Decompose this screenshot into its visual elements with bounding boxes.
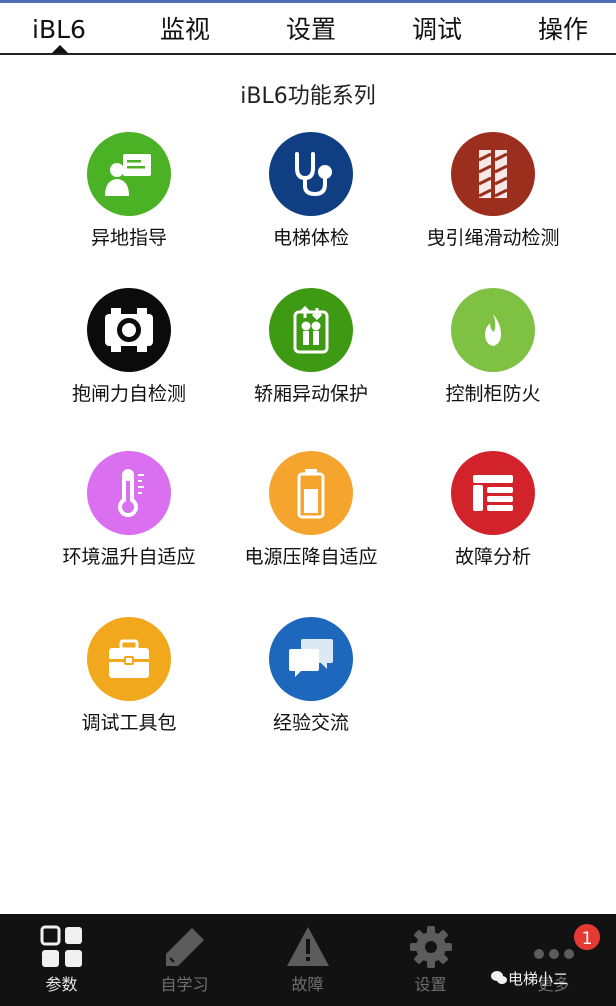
app-label: 抱闸力自检测: [71, 383, 186, 405]
wechat-icon: [491, 971, 507, 984]
thermometer-icon: [87, 451, 171, 535]
fire-icon: [451, 288, 535, 372]
tab-debug[interactable]: 调试: [382, 13, 492, 47]
app-label: 调试工具包: [81, 712, 177, 734]
tab-ibl6[interactable]: iBL6: [4, 13, 114, 47]
watermark-text: 电梯小二: [508, 970, 569, 988]
elevator-car-icon: [269, 288, 353, 372]
nav-settings[interactable]: 设置: [369, 914, 492, 1006]
traction-rope-icon: [451, 132, 535, 216]
chat-icon: [269, 617, 353, 701]
active-tab-indicator: [52, 45, 68, 53]
brake-icon: [87, 288, 171, 372]
app-label: 曳引绳滑动检测: [426, 227, 560, 249]
nav-label: 参数: [45, 975, 78, 994]
nav-label: 故障: [291, 975, 324, 994]
nav-label: 设置: [414, 975, 447, 994]
app-label: 控制柜防火: [445, 383, 541, 405]
app-cabinet-fire-protection[interactable]: 控制柜防火: [398, 288, 588, 428]
nav-label: 自学习: [160, 975, 209, 994]
grid-icon: [40, 925, 82, 967]
app-debug-toolkit[interactable]: 调试工具包: [34, 617, 224, 757]
app-label: 电源压降自适应: [244, 546, 378, 568]
nav-more[interactable]: 更多 1: [492, 914, 615, 1006]
tab-operation[interactable]: 操作: [508, 13, 616, 47]
app-car-movement-protection[interactable]: 轿厢异动保护: [216, 288, 406, 428]
app-remote-guidance[interactable]: 异地指导: [34, 132, 224, 272]
nav-self-learning[interactable]: 自学习: [123, 914, 246, 1006]
notification-badge: 1: [572, 922, 602, 952]
app-label: 异地指导: [90, 227, 167, 249]
tab-monitor[interactable]: 监视: [130, 13, 240, 47]
app-label: 经验交流: [272, 712, 349, 734]
pencil-icon: [166, 928, 204, 966]
toolbox-icon: [87, 617, 171, 701]
nav-fault[interactable]: 故障: [246, 914, 369, 1006]
stethoscope-icon: [269, 132, 353, 216]
bottom-nav-bar: 参数 自学习 故障 设置 更多 1: [0, 914, 616, 1006]
app-temperature-adaptive[interactable]: 环境温升自适应: [34, 451, 224, 591]
app-label: 轿厢异动保护: [253, 383, 368, 405]
fault-list-icon: [451, 451, 535, 535]
app-brake-self-test[interactable]: 抱闸力自检测: [34, 288, 224, 428]
gear-icon: [410, 926, 452, 968]
section-title: iBL6功能系列: [240, 84, 376, 109]
app-rope-slip-detection[interactable]: 曳引绳滑动检测: [398, 132, 588, 272]
app-elevator-checkup[interactable]: 电梯体检: [216, 132, 406, 272]
more-icon: [534, 949, 574, 959]
nav-parameters[interactable]: 参数: [0, 914, 123, 1006]
battery-icon: [269, 451, 353, 535]
remote-guidance-icon: [87, 132, 171, 216]
app-label: 环境温升自适应: [62, 546, 196, 568]
tab-settings[interactable]: 设置: [256, 13, 366, 47]
app-experience-exchange[interactable]: 经验交流: [216, 617, 406, 757]
warning-icon: [287, 927, 329, 966]
app-voltage-drop-adaptive[interactable]: 电源压降自适应: [216, 451, 406, 591]
top-tab-bar: iBL6 监视 设置 调试 操作: [0, 3, 616, 55]
app-fault-analysis[interactable]: 故障分析: [398, 451, 588, 591]
app-label: 电梯体检: [272, 227, 349, 249]
app-label: 故障分析: [454, 546, 531, 568]
